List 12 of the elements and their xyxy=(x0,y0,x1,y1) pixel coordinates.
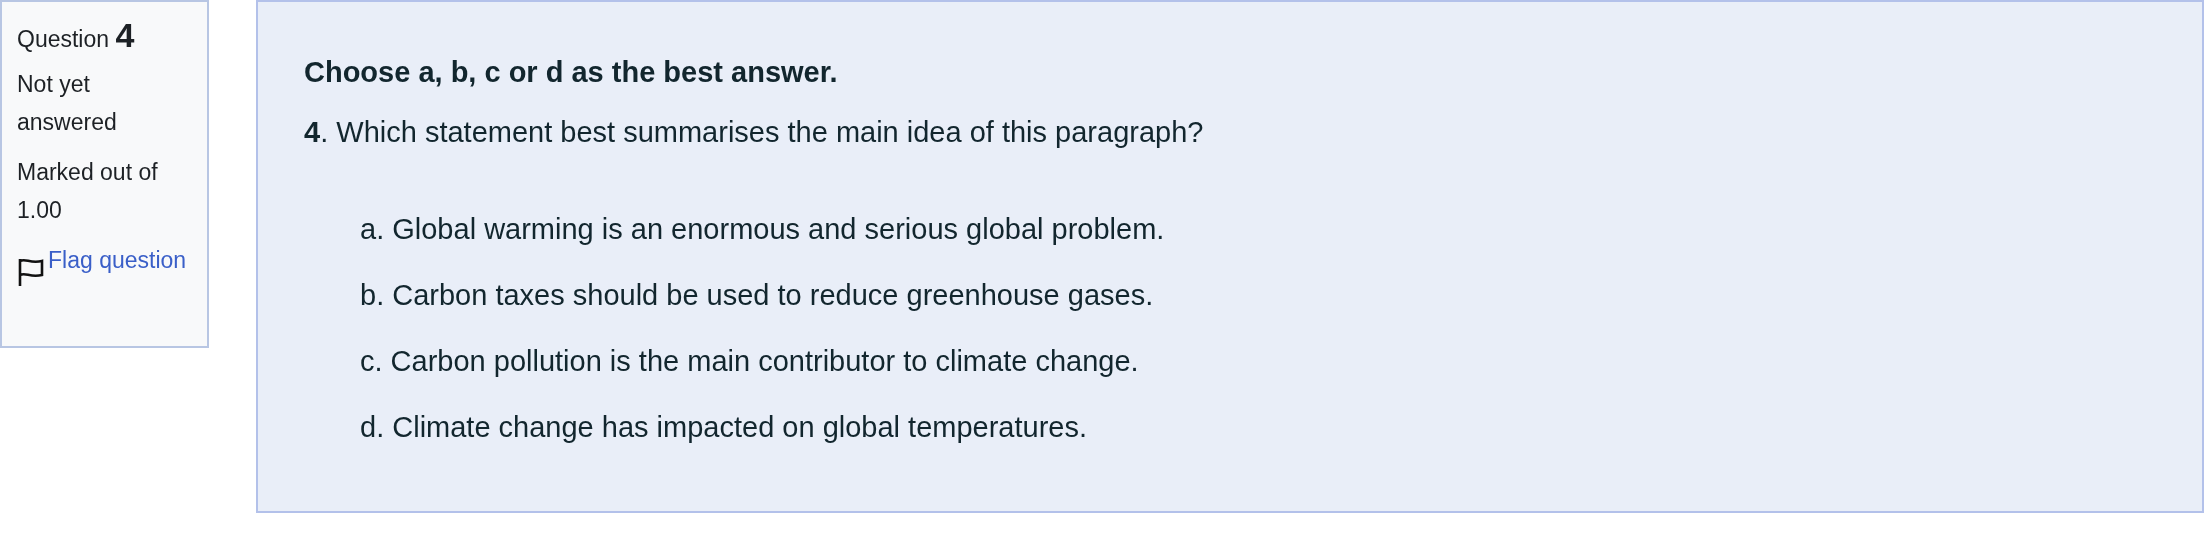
answer-state: Not yet answered xyxy=(17,70,118,137)
instruction-text: Choose a, b, c or d as the best answer. xyxy=(304,56,839,89)
flag-question-link[interactable]: Flag question xyxy=(48,241,187,279)
answer-option[interactable]: d. Climate change has impacted on global temperatures. xyxy=(360,411,2156,444)
question-text: 4. Which statement best summarises the main idea of this paragraph? xyxy=(304,116,1205,149)
answer-option[interactable]: c. Carbon pollution is the main contributor to climate change. xyxy=(360,345,2156,378)
answer-option[interactable]: b. Carbon taxes should be used to reduce greenhouse gases. xyxy=(360,279,2156,312)
question-label: Question xyxy=(17,26,110,52)
flag-icon[interactable] xyxy=(17,257,45,287)
mark-info: Marked out of 1.00 xyxy=(17,158,159,225)
answer-option[interactable]: a. Global warming is an enormous and serious global problem. xyxy=(360,213,2156,246)
question-number: 4 xyxy=(115,16,135,54)
